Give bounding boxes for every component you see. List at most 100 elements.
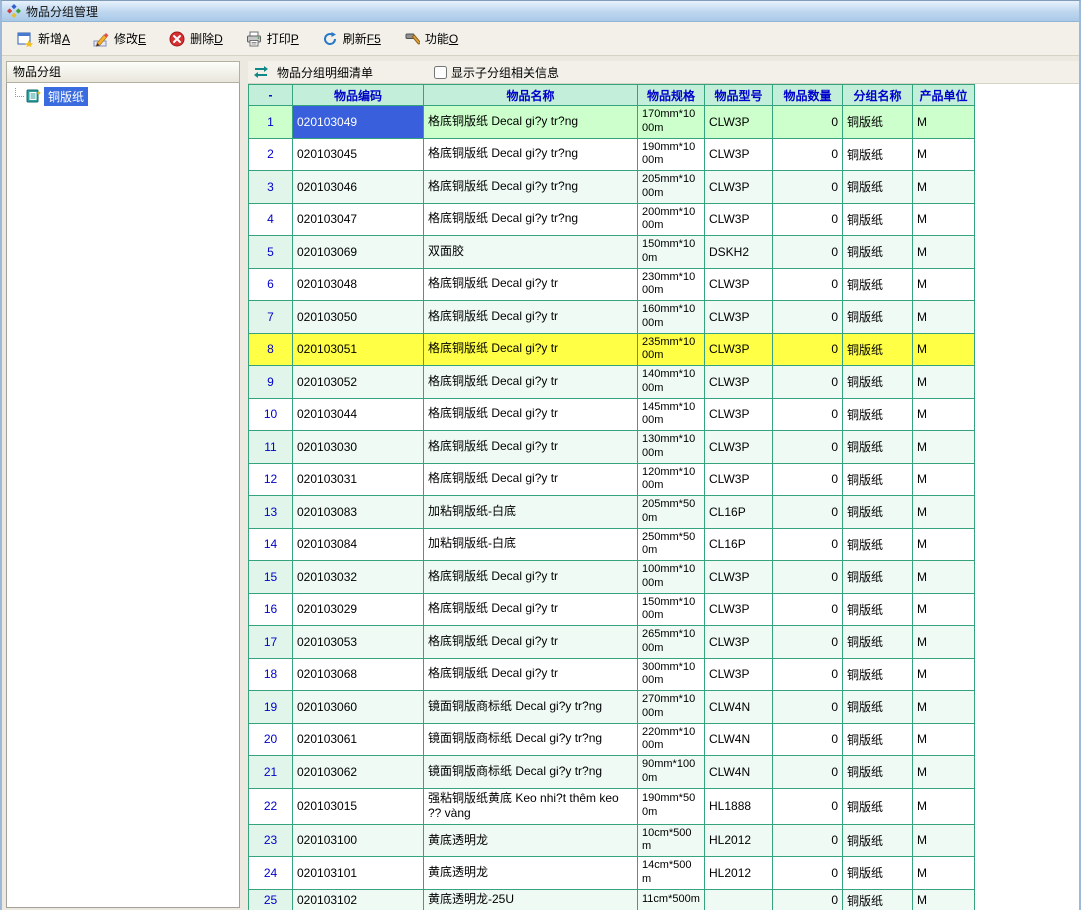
item-name-cell[interactable]: 黄底透明龙-25U <box>424 889 638 910</box>
functions-button[interactable]: 功能O <box>397 25 468 52</box>
model-cell[interactable]: CLW3P <box>705 398 773 431</box>
column-header[interactable]: - <box>249 85 293 106</box>
unit-cell[interactable]: M <box>913 528 975 561</box>
show-subgroup-checkbox[interactable] <box>434 66 447 79</box>
spec-cell[interactable]: 190mm*1000m <box>638 138 705 171</box>
group-cell[interactable]: 铜版纸 <box>843 857 913 890</box>
item-code-cell[interactable]: 020103084 <box>293 528 424 561</box>
qty-cell[interactable]: 0 <box>773 658 843 691</box>
qty-cell[interactable]: 0 <box>773 788 843 824</box>
item-code-cell[interactable]: 020103051 <box>293 333 424 366</box>
item-name-cell[interactable]: 格底铜版纸 Decal gi?y tr <box>424 268 638 301</box>
column-header[interactable]: 物品名称 <box>424 85 638 106</box>
group-cell[interactable]: 铜版纸 <box>843 398 913 431</box>
unit-cell[interactable]: M <box>913 824 975 857</box>
unit-cell[interactable]: M <box>913 626 975 659</box>
unit-cell[interactable]: M <box>913 171 975 204</box>
group-cell[interactable]: 铜版纸 <box>843 268 913 301</box>
model-cell[interactable]: CLW3P <box>705 106 773 139</box>
row-number-cell[interactable]: 24 <box>249 857 293 890</box>
item-name-cell[interactable]: 格底铜版纸 Decal gi?y tr <box>424 398 638 431</box>
item-code-cell[interactable]: 020103047 <box>293 203 424 236</box>
qty-cell[interactable]: 0 <box>773 171 843 204</box>
spec-cell[interactable]: 250mm*500m <box>638 528 705 561</box>
spec-cell[interactable]: 150mm*100m <box>638 236 705 269</box>
item-name-cell[interactable]: 格底铜版纸 Decal gi?y tr <box>424 593 638 626</box>
model-cell[interactable]: CLW3P <box>705 171 773 204</box>
unit-cell[interactable]: M <box>913 561 975 594</box>
item-name-cell[interactable]: 格底铜版纸 Decal gi?y tr <box>424 431 638 464</box>
model-cell[interactable]: CL16P <box>705 496 773 529</box>
unit-cell[interactable]: M <box>913 723 975 756</box>
spec-cell[interactable]: 270mm*1000m <box>638 691 705 724</box>
item-name-cell[interactable]: 加粘铜版纸-白底 <box>424 528 638 561</box>
spec-cell[interactable]: 14cm*500m <box>638 857 705 890</box>
group-cell[interactable]: 铜版纸 <box>843 138 913 171</box>
item-name-cell[interactable]: 格底铜版纸 Decal gi?y tr?ng <box>424 203 638 236</box>
item-name-cell[interactable]: 格底铜版纸 Decal gi?y tr <box>424 626 638 659</box>
item-code-cell[interactable]: 020103049 <box>293 106 424 139</box>
row-number-cell[interactable]: 19 <box>249 691 293 724</box>
group-cell[interactable]: 铜版纸 <box>843 691 913 724</box>
model-cell[interactable]: CLW3P <box>705 463 773 496</box>
item-code-cell[interactable]: 020103052 <box>293 366 424 399</box>
group-cell[interactable]: 铜版纸 <box>843 593 913 626</box>
model-cell[interactable]: HL2012 <box>705 857 773 890</box>
spec-cell[interactable]: 150mm*1000m <box>638 593 705 626</box>
item-name-cell[interactable]: 格底铜版纸 Decal gi?y tr?ng <box>424 106 638 139</box>
item-name-cell[interactable]: 格底铜版纸 Decal gi?y tr <box>424 366 638 399</box>
row-number-cell[interactable]: 16 <box>249 593 293 626</box>
group-cell[interactable]: 铜版纸 <box>843 106 913 139</box>
row-number-cell[interactable]: 15 <box>249 561 293 594</box>
row-number-cell[interactable]: 2 <box>249 138 293 171</box>
qty-cell[interactable]: 0 <box>773 561 843 594</box>
model-cell[interactable]: CLW3P <box>705 366 773 399</box>
item-name-cell[interactable]: 格底铜版纸 Decal gi?y tr?ng <box>424 171 638 204</box>
qty-cell[interactable]: 0 <box>773 366 843 399</box>
unit-cell[interactable]: M <box>913 889 975 910</box>
qty-cell[interactable]: 0 <box>773 138 843 171</box>
model-cell[interactable]: CLW3P <box>705 626 773 659</box>
item-name-cell[interactable]: 格底铜版纸 Decal gi?y tr?ng <box>424 138 638 171</box>
qty-cell[interactable]: 0 <box>773 824 843 857</box>
unit-cell[interactable]: M <box>913 658 975 691</box>
spec-cell[interactable]: 190mm*500m <box>638 788 705 824</box>
item-name-cell[interactable]: 格底铜版纸 Decal gi?y tr <box>424 301 638 334</box>
qty-cell[interactable]: 0 <box>773 106 843 139</box>
row-number-cell[interactable]: 4 <box>249 203 293 236</box>
row-number-cell[interactable]: 3 <box>249 171 293 204</box>
column-header[interactable]: 物品编码 <box>293 85 424 106</box>
group-cell[interactable]: 铜版纸 <box>843 723 913 756</box>
item-code-cell[interactable]: 020103030 <box>293 431 424 464</box>
model-cell[interactable]: CLW4N <box>705 723 773 756</box>
spec-cell[interactable]: 220mm*1000m <box>638 723 705 756</box>
unit-cell[interactable]: M <box>913 138 975 171</box>
unit-cell[interactable]: M <box>913 496 975 529</box>
item-code-cell[interactable]: 020103015 <box>293 788 424 824</box>
qty-cell[interactable]: 0 <box>773 203 843 236</box>
qty-cell[interactable]: 0 <box>773 723 843 756</box>
group-cell[interactable]: 铜版纸 <box>843 528 913 561</box>
item-name-cell[interactable]: 强粘铜版纸黄底 Keo nhi?t thêm keo ?? vàng <box>424 788 638 824</box>
item-name-cell[interactable]: 镜面铜版商标纸 Decal gi?y tr?ng <box>424 723 638 756</box>
column-header[interactable]: 物品数量 <box>773 85 843 106</box>
row-number-cell[interactable]: 5 <box>249 236 293 269</box>
qty-cell[interactable]: 0 <box>773 593 843 626</box>
model-cell[interactable]: CLW3P <box>705 203 773 236</box>
item-name-cell[interactable]: 格底铜版纸 Decal gi?y tr <box>424 561 638 594</box>
unit-cell[interactable]: M <box>913 463 975 496</box>
group-cell[interactable]: 铜版纸 <box>843 561 913 594</box>
spec-cell[interactable]: 200mm*1000m <box>638 203 705 236</box>
qty-cell[interactable]: 0 <box>773 496 843 529</box>
item-code-cell[interactable]: 020103029 <box>293 593 424 626</box>
spec-cell[interactable]: 145mm*1000m <box>638 398 705 431</box>
column-header[interactable]: 产品单位 <box>913 85 975 106</box>
qty-cell[interactable]: 0 <box>773 398 843 431</box>
row-number-cell[interactable]: 23 <box>249 824 293 857</box>
item-name-cell[interactable]: 加粘铜版纸-白底 <box>424 496 638 529</box>
unit-cell[interactable]: M <box>913 366 975 399</box>
spec-cell[interactable]: 11cm*500m <box>638 889 705 910</box>
item-code-cell[interactable]: 020103044 <box>293 398 424 431</box>
item-code-cell[interactable]: 020103045 <box>293 138 424 171</box>
model-cell[interactable]: CLW4N <box>705 691 773 724</box>
